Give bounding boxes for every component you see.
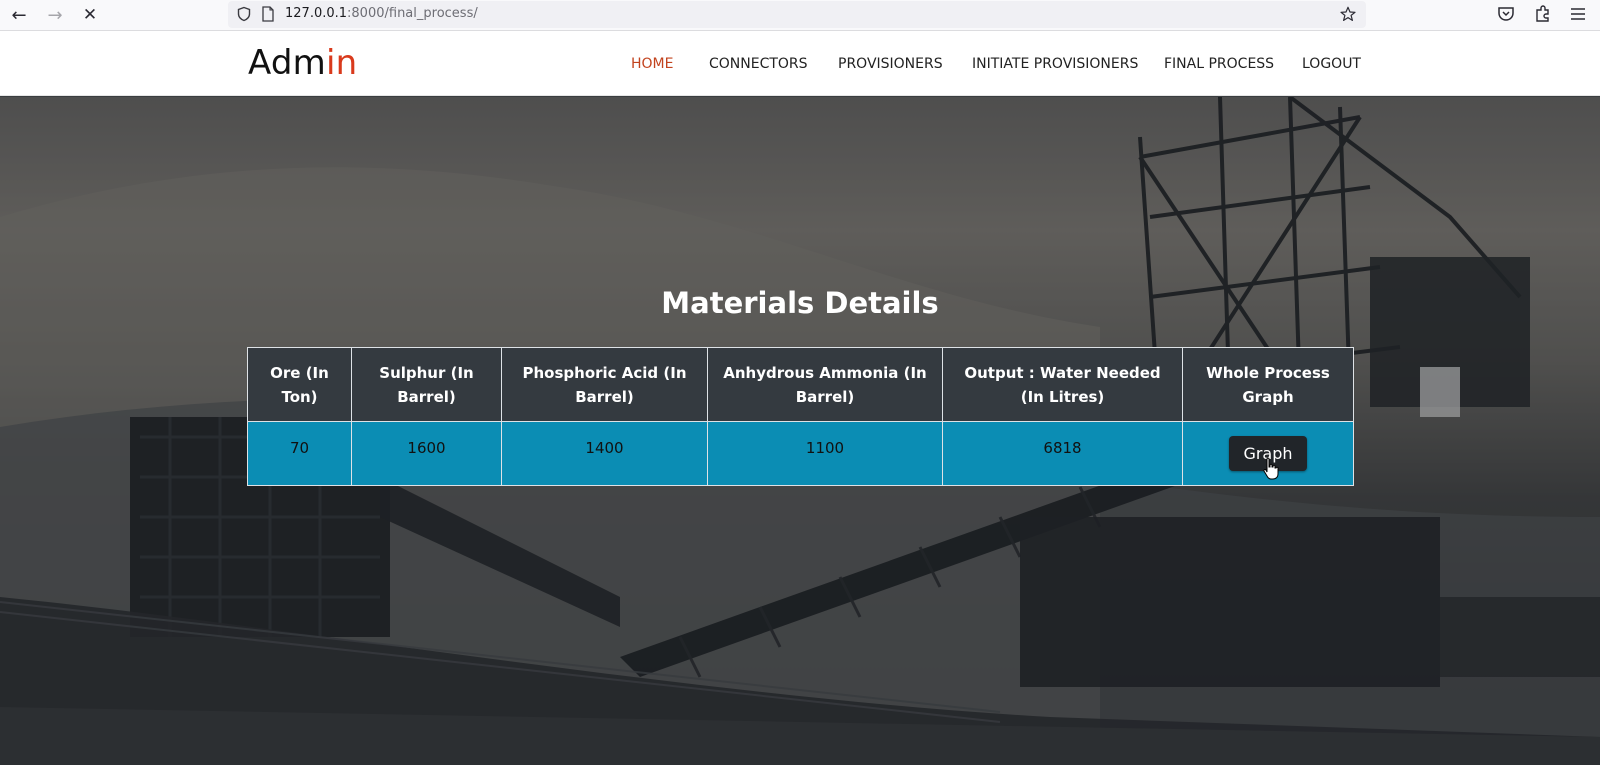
header-anhydrous-ammonia: Anhydrous Ammonia (In Barrel) [707,347,943,422]
browser-toolbar: ← → ✕ 127.0.0.1:8000/final_process/ [0,0,1600,31]
extensions-icon[interactable] [1533,4,1553,24]
pointer-cursor-icon [1263,457,1279,480]
url-path: :8000/final_process/ [347,6,478,21]
cell-phosphoric-acid: 1400 [501,421,708,486]
nav-connectors[interactable]: CONNECTORS [709,56,808,72]
materials-table: Ore (In Ton) Sulphur (In Barrel) Phospho… [247,347,1354,486]
url-text[interactable]: 127.0.0.1:8000/final_process/ [285,6,478,21]
cell-sulphur: 1600 [351,421,502,486]
address-bar[interactable]: 127.0.0.1:8000/final_process/ [228,1,1366,28]
page-title: Materials Details [661,286,939,320]
nav-logout[interactable]: LOGOUT [1302,56,1361,72]
main-nav: HOME CONNECTORS PROVISIONERS INITIATE PR… [0,31,1600,96]
nav-home[interactable]: HOME [631,56,673,72]
header-ore: Ore (In Ton) [247,347,352,422]
menu-icon[interactable] [1568,4,1588,24]
cell-ore: 70 [247,421,352,486]
pocket-icon[interactable] [1496,4,1516,24]
cell-anhydrous-ammonia: 1100 [707,421,943,486]
star-icon[interactable] [1340,6,1356,22]
header-whole-process-graph: Whole Process Graph [1182,347,1354,422]
nav-provisioners[interactable]: PROVISIONERS [838,56,943,72]
table-header-row: Ore (In Ton) Sulphur (In Barrel) Phospho… [247,347,1354,422]
header-water-needed: Output : Water Needed (In Litres) [942,347,1183,422]
nav-final-process[interactable]: FINAL PROCESS [1164,56,1274,72]
header-sulphur: Sulphur (In Barrel) [351,347,502,422]
table-row: 70 1600 1400 1100 6818 Graph [247,421,1354,486]
site-header: Admin HOME CONNECTORS PROVISIONERS INITI… [0,31,1600,96]
forward-icon[interactable]: → [42,3,68,27]
page-icon[interactable] [261,6,275,22]
back-icon[interactable]: ← [6,3,32,27]
nav-initiate-provisioners[interactable]: INITIATE PROVISIONERS [972,56,1138,72]
url-host: 127.0.0.1 [285,6,348,21]
header-phosphoric-acid: Phosphoric Acid (In Barrel) [501,347,708,422]
shield-icon[interactable] [236,6,252,22]
cell-water-needed: 6818 [942,421,1183,486]
stop-icon[interactable]: ✕ [77,3,103,27]
